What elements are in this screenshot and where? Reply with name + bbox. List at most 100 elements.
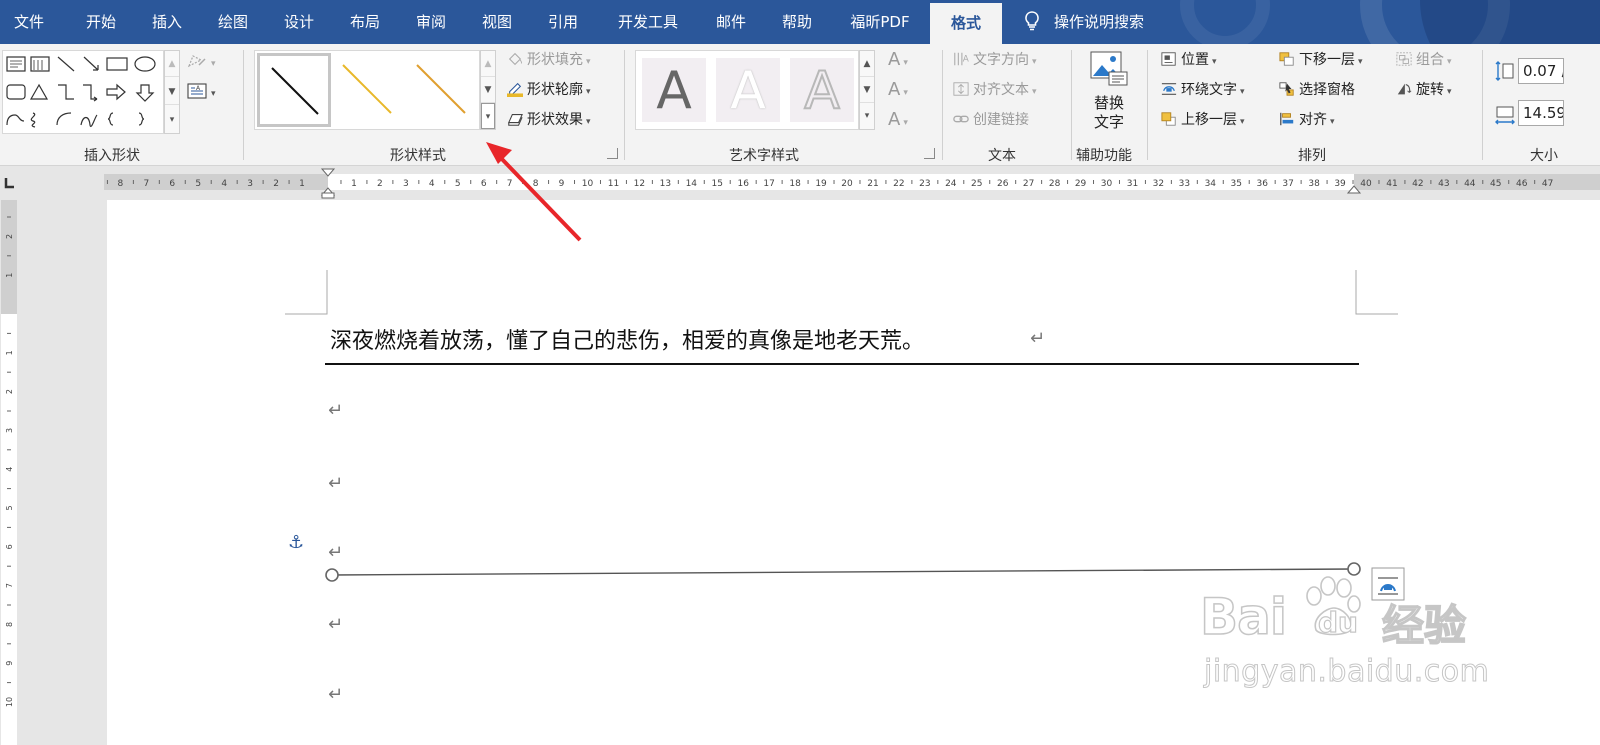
vertical-ruler-scale: 2 1 1 2 3 4 5 6 7 8 9 10 bbox=[1, 200, 17, 745]
wordart-scroll-up-button[interactable]: ▲ bbox=[860, 51, 874, 77]
ruler-tick-label: 2 bbox=[273, 179, 279, 189]
ruler-tick-label: 37 bbox=[1282, 179, 1293, 189]
wrap-text-label: 环绕文字 bbox=[1181, 82, 1237, 98]
wordart-style-white[interactable]: A bbox=[716, 58, 780, 122]
ruler-left-margin bbox=[104, 174, 328, 190]
bring-forward-button[interactable]: 上移一层 ▾ bbox=[1160, 108, 1245, 132]
text-fill-icon: A bbox=[888, 49, 901, 70]
ruler-tick-label: 8 bbox=[5, 622, 14, 627]
wordart-more-button[interactable]: ▾ bbox=[860, 103, 874, 129]
paragraph-mark: ↵ bbox=[1030, 328, 1046, 349]
shape-fill-button[interactable]: 形状填充 ▾ bbox=[506, 48, 591, 72]
ruler-tick-label: 6 bbox=[5, 544, 14, 549]
left-indent-marker[interactable] bbox=[321, 192, 335, 199]
tab-review[interactable]: 审阅 bbox=[400, 0, 462, 44]
ruler-tick-label: 34 bbox=[1205, 179, 1217, 189]
tab-home[interactable]: 开始 bbox=[70, 0, 132, 44]
ruler-tick-label: 31 bbox=[1127, 179, 1138, 189]
arrange-group-label: 排列 bbox=[1298, 148, 1326, 164]
shape-styles-gallery bbox=[254, 50, 480, 130]
vertical-ruler: 2 1 1 2 3 4 5 6 7 8 9 10 bbox=[0, 200, 22, 745]
paragraph-mark: ↵ bbox=[328, 400, 344, 421]
watermark-brand: Bai bbox=[1199, 587, 1288, 647]
shape-styles-more-button[interactable]: ▾ bbox=[481, 103, 495, 129]
text-outline-button[interactable]: A ▾ bbox=[888, 78, 908, 102]
shapes-scroll-up-button[interactable]: ▲ bbox=[165, 51, 179, 77]
shape-styles-scroll-up-button[interactable]: ▲ bbox=[481, 51, 495, 77]
text-fill-button[interactable]: A ▾ bbox=[888, 48, 908, 72]
ruler-tick-label: 2 bbox=[5, 389, 14, 394]
pen-outline-icon bbox=[507, 82, 523, 97]
draw-text-box-button[interactable]: A ▾ bbox=[186, 80, 216, 104]
ruler-vertical-text-area bbox=[1, 314, 17, 745]
ruler-tick-label: 12 bbox=[634, 179, 645, 189]
paragraph-mark: ↵ bbox=[328, 473, 344, 494]
group-objects-button[interactable]: 组合 ▾ bbox=[1395, 48, 1452, 72]
ruler-tick-label: 8 bbox=[533, 179, 539, 189]
ruler-tick-label: 9 bbox=[559, 179, 565, 189]
text-effects-icon: A bbox=[888, 109, 901, 130]
tab-mailings[interactable]: 邮件 bbox=[700, 0, 762, 44]
shape-style-orange-line[interactable] bbox=[407, 53, 481, 127]
create-link-label: 创建链接 bbox=[973, 112, 1029, 128]
wordart-style-outline[interactable]: A bbox=[790, 58, 854, 122]
shape-outline-button[interactable]: 形状轮廓 ▾ bbox=[506, 78, 591, 102]
document-text-line[interactable]: 深夜燃烧着放荡，懂了自己的悲伤，相爱的真像是地老天荒。 bbox=[330, 323, 924, 355]
shape-height-input[interactable]: 0.07 厘 bbox=[1518, 58, 1564, 84]
tab-developer[interactable]: 开发工具 bbox=[604, 0, 692, 44]
shape-style-black-line[interactable] bbox=[257, 53, 331, 127]
ruler-tick-label: 44 bbox=[1464, 179, 1476, 189]
wrap-text-button[interactable]: 环绕文字 ▾ bbox=[1160, 78, 1245, 102]
wordart-scroll-down-button[interactable]: ▼ bbox=[860, 77, 874, 103]
tab-view[interactable]: 视图 bbox=[466, 0, 528, 44]
tell-me-search[interactable]: 操作说明搜索 bbox=[1022, 0, 1162, 44]
watermark-cn: 经验 bbox=[1381, 600, 1467, 651]
shape-width-input[interactable]: 14.59 bbox=[1518, 100, 1564, 126]
position-button[interactable]: 位置 ▾ bbox=[1160, 48, 1217, 72]
shape-effects-icon bbox=[507, 114, 523, 126]
align-button[interactable]: 对齐 ▾ bbox=[1278, 108, 1335, 132]
tab-draw[interactable]: 绘图 bbox=[202, 0, 264, 44]
text-direction-icon: A bbox=[954, 52, 969, 66]
text-effects-button[interactable]: A ▾ bbox=[888, 108, 908, 132]
shape-styles-group-label: 形状样式 bbox=[390, 148, 446, 164]
shapes-gallery-icons bbox=[6, 56, 156, 128]
ruler-tick-label: 20 bbox=[841, 179, 853, 189]
wordart-style-gray[interactable]: A bbox=[642, 58, 706, 122]
shape-effects-button[interactable]: 形状效果 ▾ bbox=[506, 108, 591, 132]
send-backward-button[interactable]: 下移一层 ▾ bbox=[1278, 48, 1363, 72]
selection-pane-button[interactable]: 选择窗格 bbox=[1278, 78, 1355, 102]
ruler-tick-label: 43 bbox=[1438, 179, 1449, 189]
tab-format[interactable]: 格式 bbox=[930, 3, 1002, 44]
shape-styles-scroll-down-button[interactable]: ▼ bbox=[481, 77, 495, 103]
position-label: 位置 bbox=[1181, 52, 1209, 68]
ruler-tick-label: 46 bbox=[1516, 179, 1528, 189]
tab-help[interactable]: 帮助 bbox=[766, 0, 828, 44]
tab-foxit-pdf[interactable]: 福昕PDF bbox=[836, 0, 924, 44]
edit-shape-button[interactable]: ▾ bbox=[186, 50, 216, 74]
tab-layout[interactable]: 布局 bbox=[334, 0, 396, 44]
paragraph-mark: ↵ bbox=[328, 684, 344, 705]
shapes-gallery-scroll: ▲ ▼ ▾ bbox=[164, 50, 180, 134]
tab-insert[interactable]: 插入 bbox=[136, 0, 198, 44]
alt-text-button[interactable]: 替换文字 bbox=[1078, 48, 1140, 138]
ruler-tick-label: 38 bbox=[1308, 179, 1320, 189]
align-text-button[interactable]: 对齐文本 ▾ bbox=[952, 78, 1037, 102]
rotate-button[interactable]: 旋转 ▾ bbox=[1395, 78, 1452, 102]
send-backward-label: 下移一层 bbox=[1299, 52, 1355, 68]
accessibility-group-label: 辅助功能 bbox=[1076, 148, 1132, 164]
wordart-styles-group-label: 艺术字样式 bbox=[729, 148, 799, 164]
shapes-more-button[interactable]: ▾ bbox=[165, 107, 179, 133]
create-link-button[interactable]: 创建链接 bbox=[952, 108, 1029, 132]
group-separator bbox=[243, 50, 244, 160]
wordart-dialog-launcher[interactable] bbox=[924, 148, 935, 159]
shape-styles-dialog-launcher[interactable] bbox=[607, 148, 618, 159]
tab-file[interactable]: 文件 bbox=[0, 0, 58, 44]
ruler-tick-label: 23 bbox=[919, 179, 930, 189]
shape-style-yellow-line[interactable] bbox=[333, 53, 407, 127]
shapes-scroll-down-button[interactable]: ▼ bbox=[165, 79, 179, 105]
tab-design[interactable]: 设计 bbox=[268, 0, 330, 44]
tab-references[interactable]: 引用 bbox=[532, 0, 594, 44]
ruler-tick-label: 25 bbox=[971, 179, 982, 189]
text-direction-button[interactable]: A 文字方向 ▾ bbox=[952, 48, 1037, 72]
